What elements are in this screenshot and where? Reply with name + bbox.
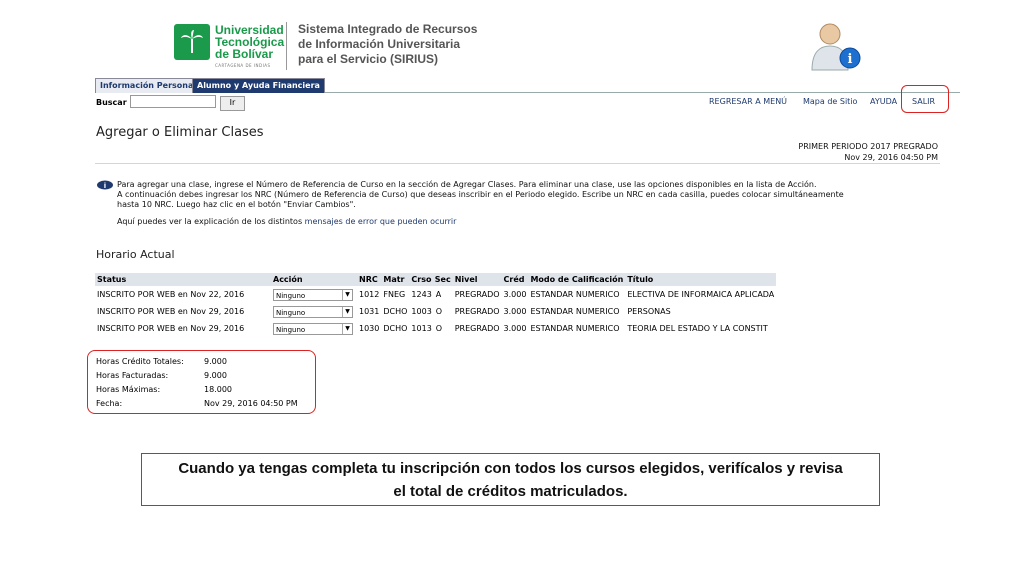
action-select[interactable]: Ninguno ▼ <box>273 322 353 335</box>
table-row: INSCRITO POR WEB en Nov 29, 2016 Ninguno… <box>97 305 671 318</box>
col-matr: Matr <box>381 273 410 286</box>
chevron-down-icon: ▼ <box>342 289 352 300</box>
error-messages-link[interactable]: mensajes de error que pueden ocurrir <box>305 217 457 226</box>
credits-total-value: 9.000 <box>204 357 227 366</box>
return-menu-link[interactable]: REGRESAR A MENÚ <box>709 97 787 106</box>
schedule-table: Status Acción NRC Matr Crso Sec Nivel Cr… <box>95 273 777 337</box>
tab-informacion-personal[interactable]: Información Personal <box>95 78 202 93</box>
col-nrc: NRC <box>357 273 382 286</box>
term-datetime: Nov 29, 2016 04:50 PM <box>844 153 938 162</box>
tab-alumno-ayuda-financiera[interactable]: Alumno y Ayuda Financiera <box>192 78 325 93</box>
instruction-note: Cuando ya tengas completa tu inscripción… <box>141 453 880 506</box>
help-link[interactable]: AYUDA <box>870 97 897 106</box>
divider <box>95 163 940 164</box>
sitemap-link[interactable]: Mapa de Sitio <box>803 97 857 106</box>
page-title: Agregar o Eliminar Clases <box>96 125 264 140</box>
system-title: Sistema Integrado de Recursos de Informa… <box>298 22 478 66</box>
credits-date-label: Fecha: <box>96 399 123 408</box>
header-divider <box>286 22 287 70</box>
user-info-icon[interactable]: i <box>806 20 864 72</box>
university-logo <box>174 24 210 60</box>
credits-total-label: Horas Crédito Totales: <box>96 357 184 366</box>
col-status: Status <box>95 273 271 286</box>
error-explanation: Aquí puedes ver la explicación de los di… <box>117 217 457 226</box>
credits-max-value: 18.000 <box>204 385 232 394</box>
term-label: PRIMER PERIODO 2017 PREGRADO <box>798 142 938 151</box>
chevron-down-icon: ▼ <box>342 306 352 317</box>
info-text: Para agregar una clase, ingrese el Númer… <box>117 180 844 209</box>
table-header-row: Status Acción NRC Matr Crso Sec Nivel Cr… <box>95 273 777 286</box>
table-row: INSCRITO POR WEB en Nov 29, 2016 Ninguno… <box>97 322 768 335</box>
table-row: INSCRITO POR WEB en Nov 22, 2016 Ninguno… <box>97 288 775 301</box>
palm-tree-icon <box>181 30 203 53</box>
col-cred: Créd <box>501 273 529 286</box>
col-action: Acción <box>271 273 357 286</box>
search-label: Buscar <box>96 98 127 107</box>
schedule-title: Horario Actual <box>96 248 175 261</box>
search-go-button[interactable]: Ir <box>220 96 245 111</box>
search-input[interactable] <box>130 95 216 108</box>
svg-text:i: i <box>104 182 106 190</box>
col-crso: Crso <box>409 273 434 286</box>
credits-billed-label: Horas Facturadas: <box>96 371 169 380</box>
info-bubble-icon: i <box>97 180 113 190</box>
col-modo: Modo de Calificación <box>528 273 626 286</box>
svg-text:i: i <box>848 52 853 67</box>
credits-date-value: Nov 29, 2016 04:50 PM <box>204 399 298 408</box>
col-nivel: Nivel <box>452 273 502 286</box>
credits-max-label: Horas Máximas: <box>96 385 161 394</box>
col-titulo: Título <box>625 273 777 286</box>
col-sec: Sec <box>433 273 453 286</box>
logo-subtitle: CARTAGENA DE INDIAS <box>215 63 271 68</box>
action-select[interactable]: Ninguno ▼ <box>273 288 353 301</box>
university-name: Universidad Tecnológica de Bolívar <box>215 23 285 61</box>
action-select[interactable]: Ninguno ▼ <box>273 305 353 318</box>
term-info: PRIMER PERIODO 2017 PREGRADO Nov 29, 201… <box>640 130 938 163</box>
credits-billed-value: 9.000 <box>204 371 227 380</box>
chevron-down-icon: ▼ <box>342 323 352 334</box>
exit-highlight-box <box>901 85 949 113</box>
